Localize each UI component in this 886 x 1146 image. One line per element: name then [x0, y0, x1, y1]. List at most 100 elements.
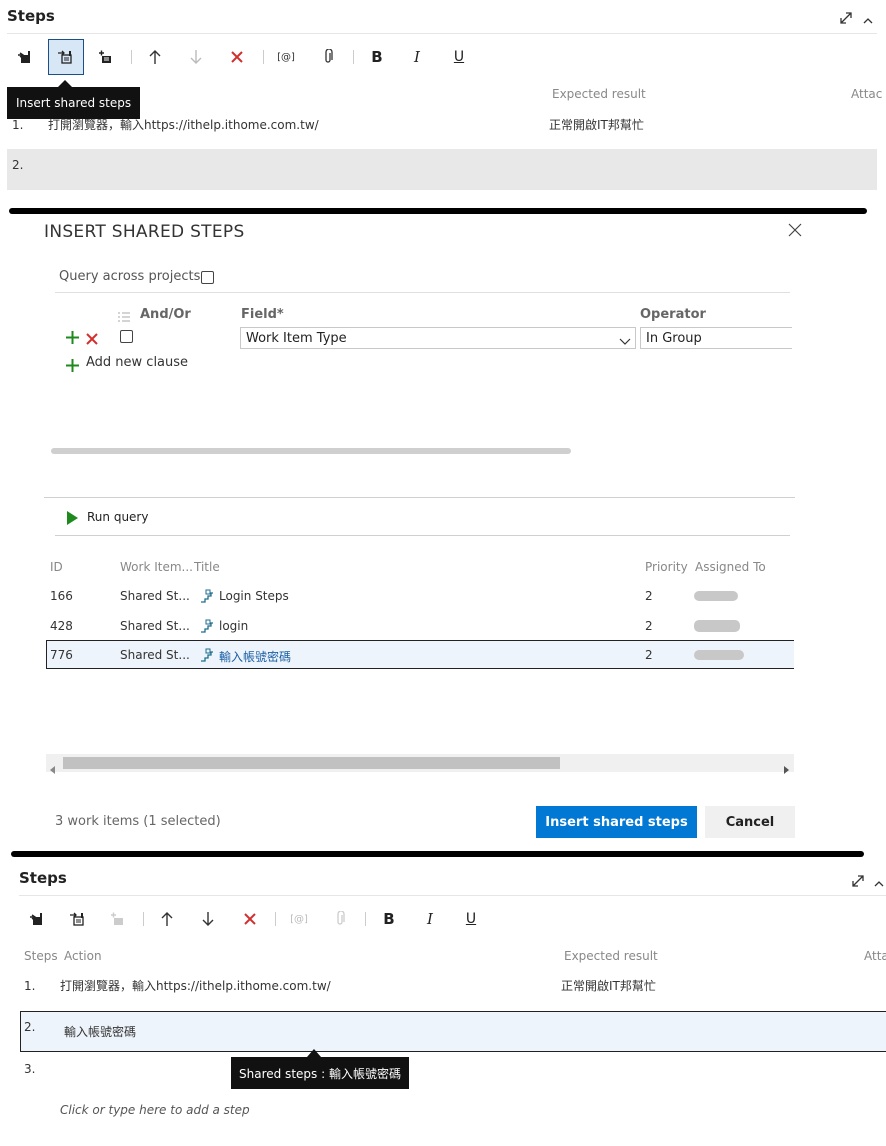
run-query-play-icon[interactable]: [67, 510, 78, 525]
bottom-steps-header: Steps: [24, 949, 58, 963]
italic-button[interactable]: I: [416, 905, 444, 933]
create-shared-steps-button: [104, 905, 132, 933]
assigned-to-redacted: [694, 591, 738, 601]
add-clause-icon[interactable]: [66, 329, 79, 344]
insert-shared-steps-button[interactable]: [48, 39, 84, 75]
expand-icon[interactable]: [838, 10, 854, 26]
operator-header: Operator: [640, 307, 706, 322]
result-priority: 2: [645, 648, 653, 662]
top-step-1-expected[interactable]: 正常開啟IT邦幫忙: [549, 116, 644, 133]
col-id[interactable]: ID: [50, 560, 63, 574]
clause-checkbox[interactable]: [120, 330, 133, 343]
bottom-step-1-expected[interactable]: 正常開啟IT邦幫忙: [561, 977, 656, 994]
and-or-header: And/Or: [140, 307, 191, 322]
cancel-button[interactable]: Cancel: [705, 806, 795, 838]
result-row-selected[interactable]: 776 Shared St... 輸入帳號密碼 2: [46, 640, 794, 669]
insert-shared-steps-button[interactable]: [64, 905, 92, 933]
shared-steps-tooltip: Shared steps : 輸入帳號密碼: [231, 1057, 409, 1089]
top-step-1-action[interactable]: 打開瀏覽器，輸入https://ithelp.ithome.com.tw/: [48, 116, 319, 133]
italic-button[interactable]: I: [403, 43, 431, 71]
divider-2: [11, 851, 864, 857]
insert-parameter-button[interactable]: [@]: [272, 43, 300, 71]
shared-steps-icon: [200, 647, 214, 666]
clause-scrollbar[interactable]: [51, 448, 571, 454]
create-shared-steps-button[interactable]: [92, 43, 120, 71]
result-title[interactable]: login: [219, 619, 248, 633]
top-step-2-row[interactable]: [7, 149, 877, 190]
collapse-chevron-icon[interactable]: [862, 12, 874, 24]
result-title[interactable]: Login Steps: [219, 589, 289, 603]
top-step-2-num: 2.: [12, 158, 24, 172]
col-work-item-type[interactable]: Work Item...: [120, 560, 193, 574]
query-across-projects-checkbox[interactable]: [201, 271, 214, 284]
operator-select[interactable]: In Group: [640, 327, 792, 349]
scrollbar-thumb[interactable]: [63, 757, 560, 769]
remove-clause-icon[interactable]: [86, 330, 98, 345]
add-new-clause-link[interactable]: Add new clause: [86, 355, 188, 370]
top-attach-header: Attac: [851, 87, 883, 101]
attachment-icon[interactable]: [314, 43, 342, 71]
bottom-step-2-action[interactable]: 輸入帳號密碼: [64, 1023, 136, 1040]
col-assigned-to[interactable]: Assigned To: [695, 560, 766, 574]
result-type: Shared St...: [120, 648, 190, 662]
bottom-step-2-row[interactable]: 2. 輸入帳號密碼: [20, 1011, 886, 1052]
field-header: Field*: [241, 307, 284, 322]
insert-step-button[interactable]: [23, 905, 51, 933]
move-up-icon[interactable]: [141, 43, 169, 71]
divider-1: [9, 208, 867, 214]
underline-button[interactable]: U: [445, 43, 473, 71]
bottom-attach-header: Atta: [864, 949, 886, 963]
delete-step-icon[interactable]: [223, 43, 251, 71]
bottom-step-2-num: 2.: [24, 1020, 36, 1034]
field-select[interactable]: Work Item Type: [240, 327, 636, 349]
bottom-expected-header: Expected result: [564, 949, 658, 963]
query-across-projects-label: Query across projects: [59, 269, 201, 284]
dialog-title: INSERT SHARED STEPS: [44, 222, 245, 242]
shared-steps-icon: [200, 588, 214, 607]
scroll-right-icon[interactable]: [783, 759, 789, 778]
insert-step-button[interactable]: [11, 43, 39, 71]
bold-button[interactable]: B: [375, 905, 403, 933]
collapse-chevron-icon[interactable]: [873, 875, 885, 887]
add-step-placeholder[interactable]: Click or type here to add a step: [60, 1103, 250, 1117]
result-priority: 2: [645, 619, 653, 633]
result-row[interactable]: 166 Shared St... Login Steps 2: [46, 583, 794, 609]
insert-parameter-button: [@]: [290, 913, 308, 925]
bottom-step-1-action[interactable]: 打開瀏覽器，輸入https://ithelp.ithome.com.tw/: [60, 977, 331, 994]
scroll-left-icon[interactable]: [50, 759, 56, 778]
result-priority: 2: [645, 589, 653, 603]
results-status: 3 work items (1 selected): [55, 814, 221, 829]
shared-steps-icon: [200, 618, 214, 637]
move-down-icon: [182, 43, 210, 71]
results-scrollbar[interactable]: [46, 754, 794, 774]
col-title[interactable]: Title: [194, 560, 220, 574]
chevron-down-icon: [619, 332, 631, 351]
col-priority[interactable]: Priority: [645, 560, 688, 574]
dialog-close-icon[interactable]: [788, 222, 802, 237]
clause-list-icon: [117, 308, 131, 322]
result-title[interactable]: 輸入帳號密碼: [219, 648, 291, 665]
field-select-value: Work Item Type: [246, 331, 347, 346]
run-query-button[interactable]: Run query: [87, 510, 148, 524]
bottom-step-3-num: 3.: [24, 1062, 36, 1076]
assigned-to-redacted: [694, 650, 744, 660]
add-new-clause-icon[interactable]: [66, 357, 79, 372]
underline-button[interactable]: U: [457, 905, 485, 933]
result-type: Shared St...: [120, 619, 190, 633]
insert-shared-steps-confirm-button[interactable]: Insert shared steps: [536, 806, 697, 838]
top-expected-header: Expected result: [552, 87, 646, 101]
bottom-steps-title: Steps: [19, 869, 67, 887]
assigned-to-redacted: [694, 620, 740, 632]
delete-step-icon[interactable]: [236, 905, 264, 933]
move-up-icon[interactable]: [153, 905, 181, 933]
result-type: Shared St...: [120, 589, 190, 603]
bottom-action-header: Action: [64, 949, 102, 963]
result-row[interactable]: 428 Shared St... login 2: [46, 613, 794, 639]
move-down-icon[interactable]: [194, 905, 222, 933]
result-id: 428: [50, 619, 73, 633]
expand-icon[interactable]: [850, 873, 866, 889]
bottom-step-1-num: 1.: [24, 979, 36, 993]
result-id: 166: [50, 589, 73, 603]
bold-button[interactable]: B: [363, 43, 391, 71]
top-steps-title: Steps: [7, 7, 55, 25]
